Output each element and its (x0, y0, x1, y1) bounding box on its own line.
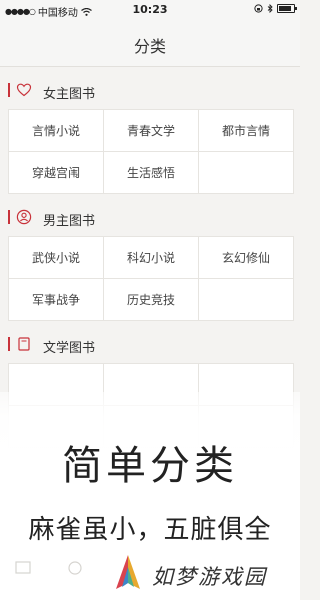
bluetooth-icon (267, 4, 273, 13)
person-icon (16, 209, 32, 225)
book-icon (18, 337, 30, 351)
battery-level (279, 6, 291, 11)
section-accent-bar (8, 83, 10, 97)
section-header-literature: 文学图书 (0, 321, 300, 363)
heart-icon (16, 83, 32, 97)
category-cell[interactable]: 穿越宫闱 (9, 152, 104, 194)
section-header-male: 男主图书 (0, 194, 300, 236)
category-list: 女主图书 言情小说 青春文学 都市言情 穿越宫闱 生活感悟 男主图书 武侠小说 … (0, 67, 300, 448)
page-title: 分类 (133, 37, 166, 56)
promo-subtitle: 麻雀虽小，五脏俱全 (28, 515, 272, 545)
category-grid-male: 武侠小说 科幻小说 玄幻修仙 军事战争 历史竞技 (8, 236, 294, 321)
section-header-female: 女主图书 (0, 67, 300, 109)
battery-icon (277, 4, 297, 13)
category-grid-female: 言情小说 青春文学 都市言情 穿越宫闱 生活感悟 (8, 109, 294, 194)
site-logo-icon (116, 555, 140, 589)
lock-rotation-icon (254, 4, 263, 13)
status-right (254, 4, 297, 13)
category-cell[interactable]: 言情小说 (9, 110, 104, 152)
promo-title: 简单分类 (62, 443, 238, 489)
category-cell[interactable]: 军事战争 (9, 279, 104, 321)
bookshelf-tab-icon (15, 561, 31, 574)
category-cell[interactable]: 科幻小说 (104, 237, 199, 279)
empty-cell (199, 152, 294, 194)
site-name: 如梦游戏园 (152, 565, 267, 589)
category-cell[interactable]: 历史竞技 (104, 279, 199, 321)
category-cell[interactable]: 都市言情 (199, 110, 294, 152)
category-cell[interactable]: 生活感悟 (104, 152, 199, 194)
empty-cell (199, 279, 294, 321)
section-title: 文学图书 (43, 341, 96, 356)
category-cell[interactable]: 玄幻修仙 (199, 237, 294, 279)
status-bar: ●●●●○ 中国移动 10:23 (0, 0, 300, 20)
nav-bar: 分类 (0, 20, 300, 67)
category-cell[interactable]: 武侠小说 (9, 237, 104, 279)
section-accent-bar (8, 337, 10, 351)
category-cell[interactable]: 青春文学 (104, 110, 199, 152)
store-tab-icon (68, 561, 82, 575)
section-accent-bar (8, 210, 10, 224)
section-title: 女主图书 (43, 87, 96, 102)
section-title: 男主图书 (43, 214, 96, 229)
